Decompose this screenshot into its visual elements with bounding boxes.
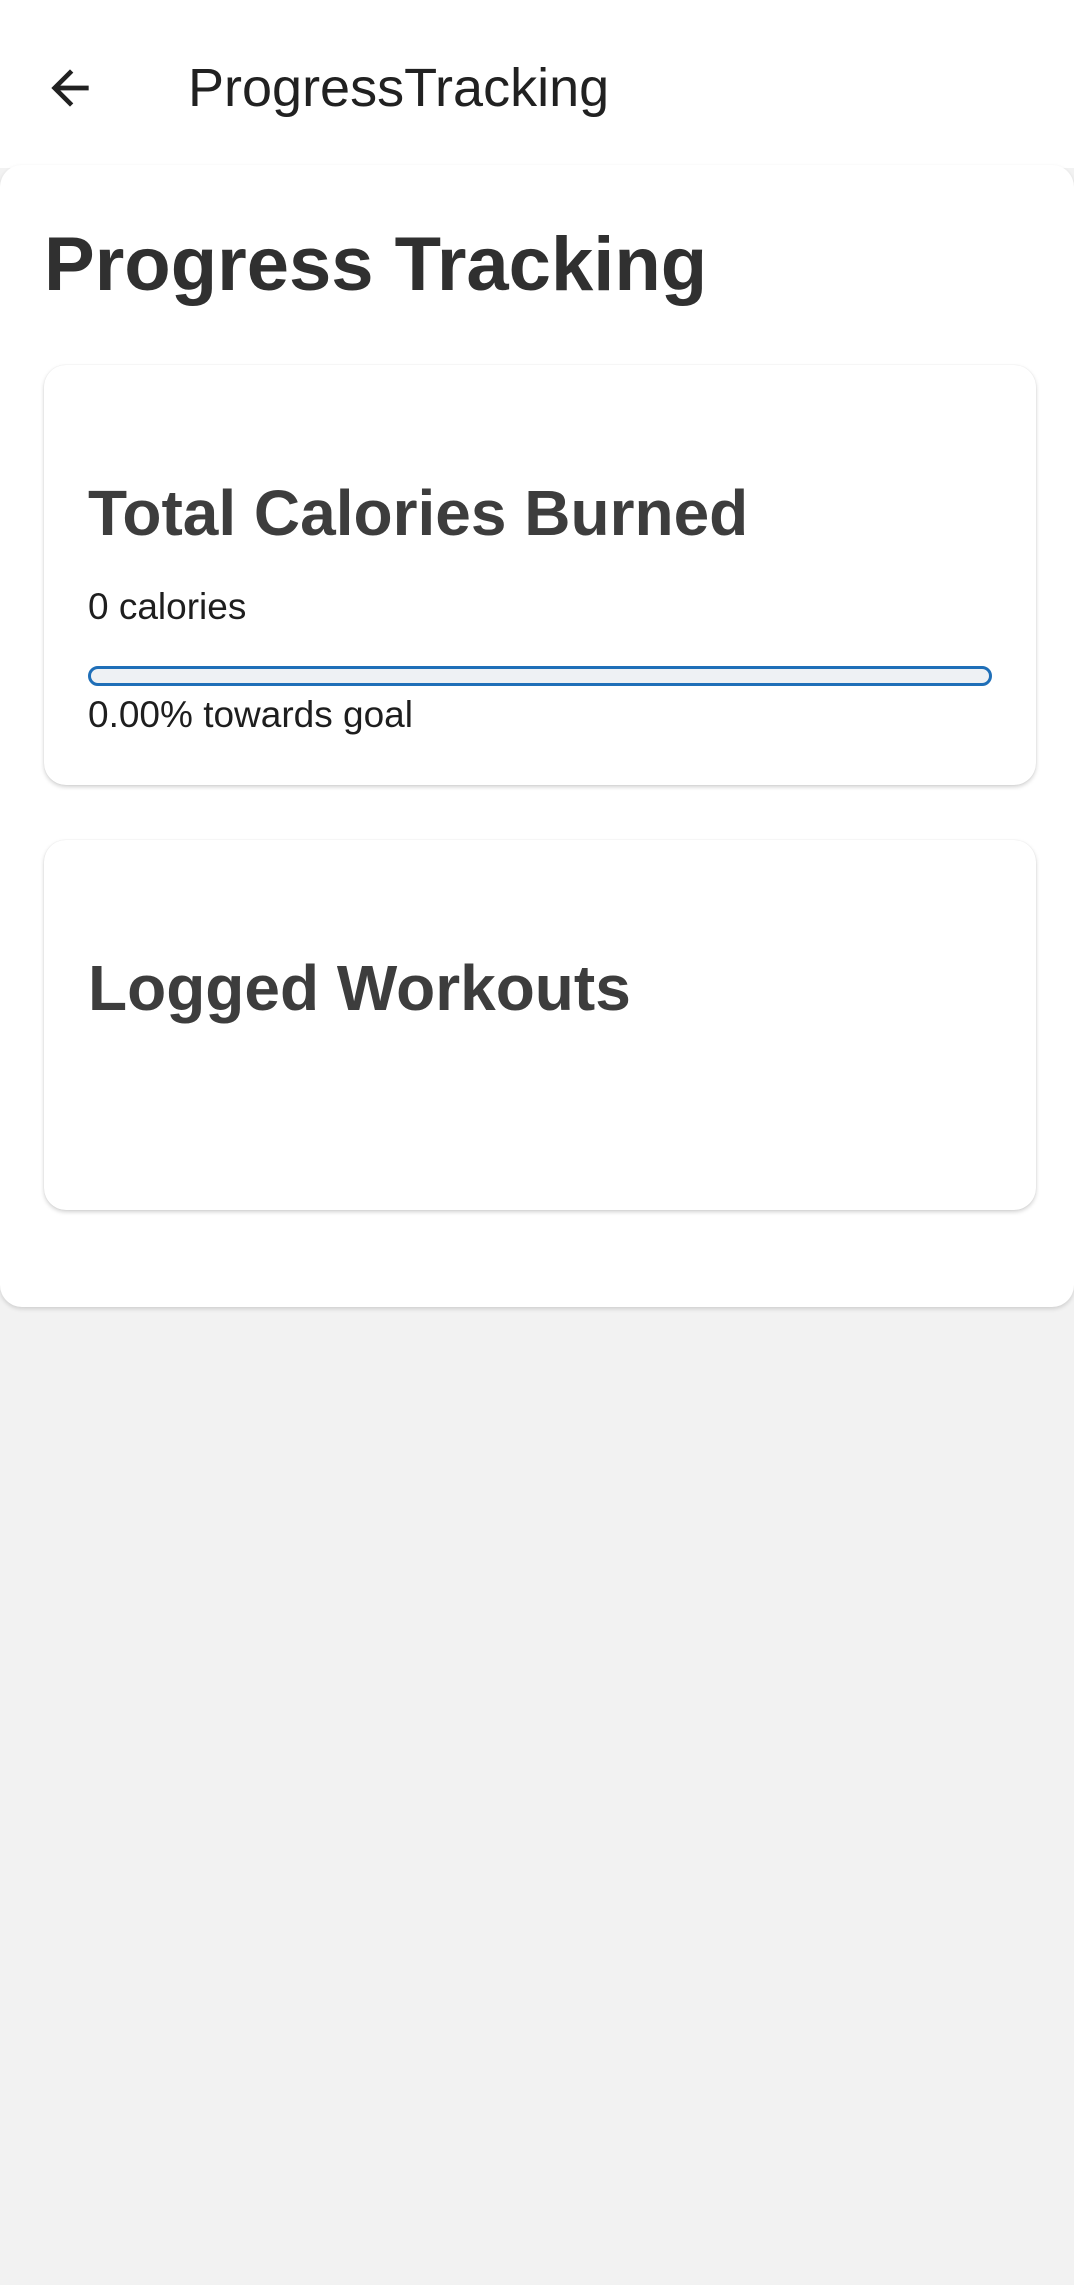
app-bar: ProgressTracking <box>0 0 1074 168</box>
logged-workouts-heading: Logged Workouts <box>88 952 631 1024</box>
calories-card-heading: Total Calories Burned <box>88 477 749 549</box>
calories-progress-text: 0.00% towards goal <box>88 694 413 735</box>
page-title: Progress Tracking <box>44 222 708 307</box>
logged-workouts-card: Logged Workouts <box>44 840 1036 1210</box>
calories-card: Total Calories Burned 0 calories 0.00% t… <box>44 365 1036 785</box>
calories-progress-bar <box>88 666 992 686</box>
back-button[interactable] <box>22 44 118 132</box>
calories-value: 0 calories <box>88 586 247 627</box>
arrow-left-icon <box>51 69 89 107</box>
content-sheet: Progress Tracking Total Calories Burned … <box>0 165 1074 1307</box>
app-bar-title: ProgressTracking <box>188 58 610 118</box>
